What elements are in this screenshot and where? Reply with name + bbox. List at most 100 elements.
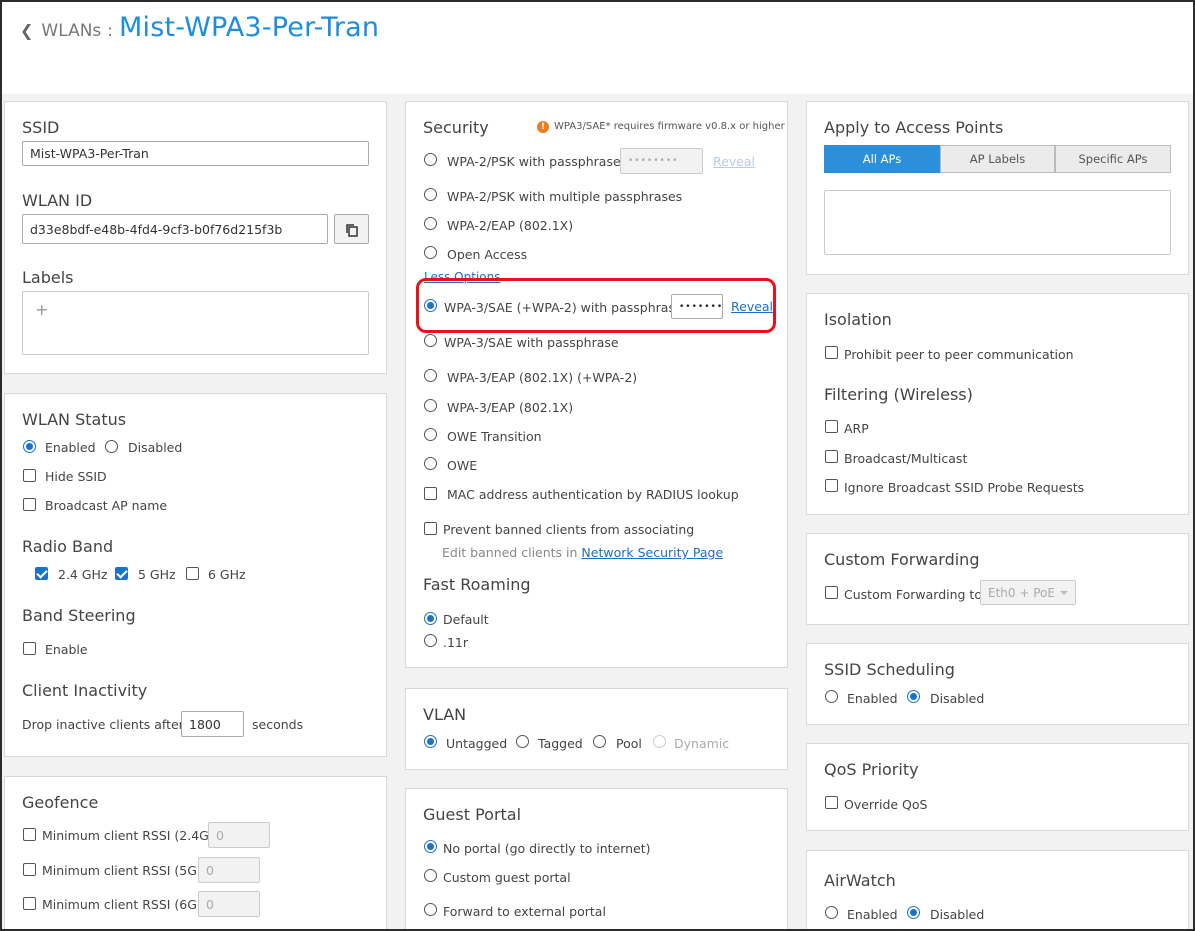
warning-icon: ! (537, 121, 549, 133)
ssid-scheduling-card: SSID Scheduling Enabled Disabled (806, 643, 1189, 725)
wpa3-eap-radio[interactable] (424, 399, 437, 412)
override-qos-label: Override QoS (844, 797, 928, 812)
owe-radio[interactable] (424, 457, 437, 470)
vlan-dynamic-radio[interactable] (653, 735, 666, 748)
hide-ssid-checkbox[interactable] (23, 469, 36, 482)
wpa3-eap-transition-radio[interactable] (424, 369, 437, 382)
network-security-page-link[interactable]: Network Security Page (581, 545, 723, 560)
ignore-probe-label: Ignore Broadcast SSID Probe Requests (844, 480, 1085, 495)
mac-auth-checkbox[interactable] (424, 487, 437, 500)
no-portal-radio[interactable] (424, 840, 437, 853)
fast-roaming-default-radio[interactable] (424, 612, 437, 625)
band-steering-title: Band Steering (22, 606, 136, 625)
vlan-untagged-radio[interactable] (424, 735, 437, 748)
ssid-label: SSID (22, 118, 60, 137)
page-title: Mist-WPA3-Per-Tran (119, 12, 380, 43)
chevron-left-icon[interactable]: ❮ (20, 21, 33, 40)
broadcast-ap-name-label: Broadcast AP name (45, 498, 168, 513)
isolation-card: Isolation Prohibit peer to peer communic… (806, 293, 1189, 515)
ssid-input[interactable]: Mist-WPA3-Per-Tran (22, 141, 369, 166)
wpa3-eap-transition-label: WPA-3/EAP (802.1X) (+WPA-2) (447, 370, 638, 385)
prevent-banned-checkbox[interactable] (424, 522, 437, 535)
vlan-tagged-label: Tagged (538, 736, 583, 751)
mac-auth-label: MAC address authentication by RADIUS loo… (447, 487, 739, 502)
open-access-label: Open Access (447, 247, 528, 262)
labels-box[interactable]: + (22, 291, 369, 355)
forwarding-port-select[interactable]: Eth0 + PoE (980, 580, 1076, 605)
copy-button[interactable] (334, 214, 369, 244)
wlan-id-field[interactable]: d33e8bdf-e48b-4fd4-9cf3-b0f76d215f3b (22, 214, 328, 244)
band-5-checkbox[interactable] (115, 567, 128, 580)
prohibit-p2p-checkbox[interactable] (825, 346, 838, 359)
rssi-24-input[interactable]: 0 (208, 822, 270, 848)
vlan-untagged-label: Untagged (446, 736, 508, 751)
custom-forwarding-card: Custom Forwarding Custom Forwarding to E… (806, 533, 1189, 625)
ap-selection-box[interactable] (824, 190, 1171, 255)
airwatch-card: AirWatch Enabled Disabled (806, 850, 1189, 931)
broadcast-multicast-checkbox[interactable] (825, 450, 838, 463)
header-bar: ❮ WLANs : Mist-WPA3-Per-Tran (2, 2, 1193, 94)
vlan-tagged-radio[interactable] (516, 735, 529, 748)
apply-aps-title: Apply to Access Points (824, 118, 1004, 137)
wpa3-sae-radio[interactable] (424, 334, 437, 347)
breadcrumb-parent[interactable]: WLANs (41, 21, 101, 41)
wpa2-eap-radio[interactable] (424, 217, 437, 230)
prevent-banned-label: Prevent banned clients from associating (443, 522, 695, 537)
status-disabled-radio[interactable] (105, 440, 118, 453)
airwatch-enabled-radio[interactable] (825, 906, 838, 919)
wpa2-psk-reveal-link[interactable]: Reveal (713, 154, 755, 169)
rssi-5-input[interactable]: 0 (198, 857, 260, 883)
fast-roaming-default-label: Default (443, 612, 489, 627)
wlan-status-title: WLAN Status (22, 410, 127, 429)
status-enabled-radio[interactable] (23, 440, 36, 453)
prohibit-p2p-label: Prohibit peer to peer communication (844, 347, 1074, 362)
custom-portal-radio[interactable] (424, 869, 437, 882)
wpa2-multi-radio[interactable] (424, 188, 437, 201)
qos-title: QoS Priority (824, 760, 919, 779)
drop-inactive-label: Drop inactive clients after (22, 717, 184, 732)
open-access-radio[interactable] (424, 246, 437, 259)
scheduling-disabled-radio[interactable] (907, 690, 920, 703)
rssi-6-input[interactable]: 0 (198, 891, 260, 917)
tab-specific-aps[interactable]: Specific APs (1055, 145, 1171, 173)
labels-label: Labels (22, 268, 74, 287)
tab-ap-labels[interactable]: AP Labels (940, 145, 1055, 173)
band-6-checkbox[interactable] (186, 567, 199, 580)
external-portal-label: Forward to external portal (443, 904, 606, 919)
fast-roaming-11r-radio[interactable] (424, 634, 437, 647)
vlan-title: VLAN (423, 705, 467, 724)
override-qos-checkbox[interactable] (825, 796, 838, 809)
rssi-24-checkbox[interactable] (23, 828, 36, 841)
scheduling-enabled-radio[interactable] (825, 690, 838, 703)
edit-banned-text: Edit banned clients in Network Security … (442, 545, 723, 560)
broadcast-multicast-label: Broadcast/Multicast (844, 451, 968, 466)
wpa2-psk-radio[interactable] (424, 153, 437, 166)
band-6-label: 6 GHz (208, 567, 246, 582)
rssi-24-label: Minimum client RSSI (2.4G) (42, 828, 214, 843)
custom-forwarding-checkbox[interactable] (825, 586, 838, 599)
wpa3-sae-label: WPA-3/SAE with passphrase (444, 335, 619, 350)
owe-transition-radio[interactable] (424, 428, 437, 441)
filtering-title: Filtering (Wireless) (824, 385, 973, 404)
forwarding-port-value: Eth0 + PoE (988, 585, 1055, 600)
rssi-5-checkbox[interactable] (23, 863, 36, 876)
airwatch-disabled-label: Disabled (930, 907, 985, 922)
wpa2-psk-label: WPA-2/PSK with passphrase (447, 154, 621, 169)
inactivity-seconds-input[interactable]: 1800 (181, 711, 244, 737)
external-portal-radio[interactable] (424, 903, 437, 916)
airwatch-enabled-label: Enabled (847, 907, 898, 922)
airwatch-disabled-radio[interactable] (907, 906, 920, 919)
custom-portal-label: Custom guest portal (443, 870, 571, 885)
vlan-pool-radio[interactable] (593, 735, 606, 748)
qos-card: QoS Priority Override QoS (806, 743, 1189, 831)
tab-all-aps[interactable]: All APs (824, 145, 940, 173)
ignore-probe-checkbox[interactable] (825, 479, 838, 492)
add-label-icon[interactable]: + (35, 300, 48, 319)
wpa2-psk-passphrase[interactable]: •••••••• (620, 148, 703, 174)
vlan-card: VLAN Untagged Tagged Pool Dynamic (405, 688, 788, 770)
band-24-checkbox[interactable] (35, 567, 48, 580)
arp-checkbox[interactable] (825, 420, 838, 433)
band-steering-checkbox[interactable] (23, 642, 36, 655)
broadcast-ap-name-checkbox[interactable] (23, 498, 36, 511)
rssi-6-checkbox[interactable] (23, 897, 36, 910)
